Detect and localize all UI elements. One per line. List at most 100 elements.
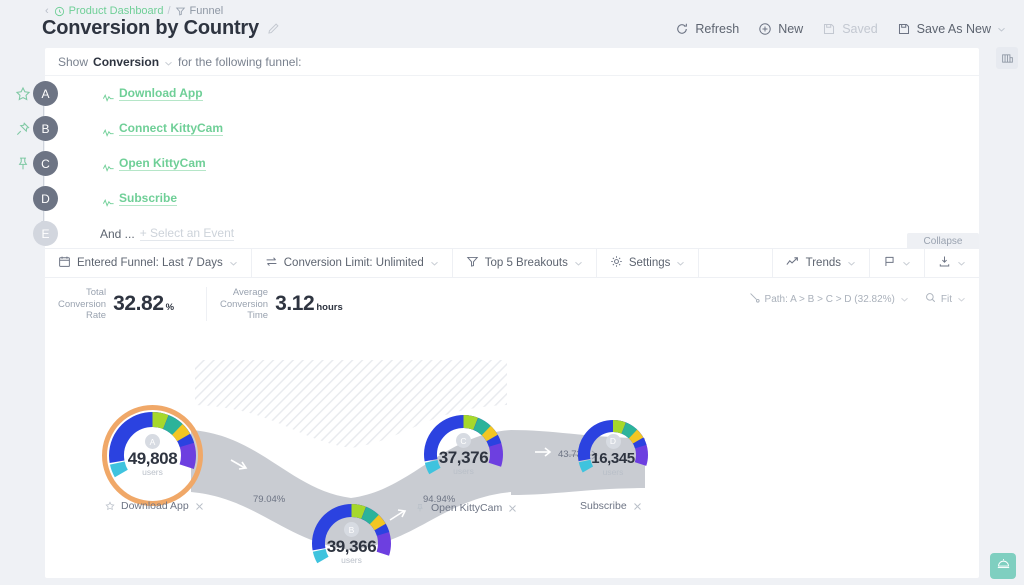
- trends-label: Trends: [806, 257, 841, 269]
- step-label: Connect KittyCam: [103, 121, 223, 136]
- refresh-label: Refresh: [695, 22, 739, 36]
- chevron-down-icon[interactable]: [902, 259, 911, 268]
- close-icon[interactable]: [633, 502, 642, 511]
- fit-button[interactable]: Fit: [925, 292, 966, 306]
- add-step-label: And ... + Select an Event: [100, 226, 234, 241]
- save-as-new-button[interactable]: Save As New: [897, 22, 1006, 36]
- total-conversion-rate-unit: %: [166, 302, 174, 313]
- node-c-label-row: Open KittyCam: [415, 502, 517, 514]
- node-c-label: Open KittyCam: [431, 502, 502, 514]
- step-name-d[interactable]: Subscribe: [119, 191, 177, 206]
- funnel-step-b: B Connect KittyCam: [45, 111, 979, 146]
- show-suffix: for the following funnel:: [178, 55, 301, 69]
- pin-tilted-icon[interactable]: [15, 121, 31, 137]
- pulse-icon: [103, 159, 114, 168]
- node-a-label: Download App: [121, 500, 189, 512]
- funnel-icon: [175, 6, 186, 17]
- download-button[interactable]: [925, 248, 979, 278]
- trends-button[interactable]: Trends: [773, 248, 870, 278]
- flag-button[interactable]: [870, 248, 925, 278]
- step-name-b[interactable]: Connect KittyCam: [119, 121, 223, 136]
- new-button[interactable]: New: [758, 22, 803, 36]
- path-selector[interactable]: Path: A > B > C > D (32.82%): [749, 292, 909, 306]
- settings-filter[interactable]: Settings: [597, 248, 700, 278]
- calendar-icon: [58, 255, 71, 271]
- funnel-step-c: C Open KittyCam: [45, 146, 979, 181]
- save-icon: [897, 22, 911, 36]
- step-badge: A: [33, 81, 58, 106]
- chevron-down-icon[interactable]: [164, 57, 173, 66]
- close-icon[interactable]: [508, 504, 517, 513]
- settings-label: Settings: [629, 257, 671, 269]
- show-metric-select[interactable]: Conversion: [93, 55, 159, 69]
- breadcrumb-separator: /: [167, 5, 170, 17]
- conversion-limit-label: Conversion Limit: Unlimited: [284, 257, 424, 269]
- chevron-down-icon[interactable]: [957, 259, 966, 268]
- chevron-left-icon[interactable]: ‹: [45, 5, 49, 17]
- filter-toolbar: Collapse Entered Funnel: Last 7 Days: [45, 248, 979, 278]
- funnel-node-b[interactable]: B 39,366 users: [305, 497, 398, 578]
- funnel-step-a: A Download App: [45, 76, 979, 111]
- star-icon[interactable]: [15, 86, 31, 102]
- pencil-icon[interactable]: [267, 22, 280, 35]
- breakouts-filter[interactable]: Top 5 Breakouts: [453, 248, 597, 278]
- chevron-down-icon[interactable]: [574, 259, 583, 268]
- chevron-down-icon[interactable]: [229, 259, 238, 268]
- clock-icon: [54, 6, 65, 17]
- gear-icon: [610, 255, 623, 271]
- funnel-step-d: D Subscribe: [45, 181, 979, 216]
- pin-icon[interactable]: [15, 156, 31, 172]
- average-conversion-time-value: 3.12: [275, 292, 314, 316]
- total-conversion-rate-metric: Total Conversion Rate 32.82 %: [58, 287, 174, 322]
- transition-label-a-b: 79.04%: [253, 494, 285, 505]
- step-name-c[interactable]: Open KittyCam: [119, 156, 206, 171]
- show-prefix: Show: [58, 55, 88, 69]
- saved-button: Saved: [822, 22, 877, 36]
- step-name-a[interactable]: Download App: [119, 86, 203, 101]
- path-icon: [749, 292, 760, 306]
- breadcrumb-current: Funnel: [190, 5, 224, 17]
- pulse-icon: [103, 89, 114, 98]
- breadcrumb-dashboard-link[interactable]: Product Dashboard: [69, 5, 164, 17]
- chevron-down-icon[interactable]: [847, 259, 856, 268]
- step-badge: B: [33, 116, 58, 141]
- funnel-steps: A Download App B: [45, 76, 979, 268]
- panel-grid-icon[interactable]: [996, 47, 1018, 69]
- conversion-limit-filter[interactable]: Conversion Limit: Unlimited: [252, 248, 453, 278]
- average-conversion-time-metric: Average Conversion Time 3.12 hours: [220, 287, 343, 322]
- plus-circle-icon: [758, 22, 772, 36]
- swap-icon: [265, 255, 278, 271]
- funnel-step-add: E And ... + Select an Event: [45, 216, 979, 251]
- entered-funnel-filter[interactable]: Entered Funnel: Last 7 Days: [45, 248, 252, 278]
- select-an-event-link[interactable]: + Select an Event: [140, 226, 234, 241]
- pulse-icon: [103, 124, 114, 133]
- funnel-node-d[interactable]: D 16,345 users: [572, 414, 654, 496]
- chevron-down-icon[interactable]: [430, 259, 439, 268]
- collapse-button[interactable]: Collapse: [907, 233, 979, 249]
- node-a-label-row: Download App: [105, 500, 204, 512]
- chevron-down-icon[interactable]: [900, 295, 909, 304]
- funnel-analytics-page: ‹ Product Dashboard / Funnel Conversion …: [0, 0, 1024, 585]
- refresh-button[interactable]: Refresh: [675, 22, 739, 36]
- saved-label: Saved: [842, 22, 877, 36]
- step-badge: D: [33, 186, 58, 211]
- node-d-label-row: Subscribe: [580, 500, 642, 512]
- refresh-icon: [675, 22, 689, 36]
- chevron-down-icon[interactable]: [676, 259, 685, 268]
- funnel-node-a[interactable]: A 49,808 users: [100, 403, 205, 508]
- chevron-down-icon[interactable]: [997, 25, 1006, 34]
- close-icon[interactable]: [195, 502, 204, 511]
- step-label: Subscribe: [103, 191, 177, 206]
- chevron-down-icon[interactable]: [957, 295, 966, 304]
- funnel-card: Show Conversion for the following funnel…: [45, 48, 979, 578]
- star-icon[interactable]: [105, 501, 115, 511]
- pin-icon[interactable]: [415, 503, 425, 513]
- title-row: Conversion by Country: [42, 17, 280, 40]
- header-actions: Refresh New Saved: [675, 22, 1006, 36]
- funnel-icon: [466, 255, 479, 271]
- select-event-label: Select an Event: [150, 226, 234, 240]
- breakouts-label: Top 5 Breakouts: [485, 257, 568, 269]
- toolbar-right-group: Trends: [773, 248, 979, 278]
- help-bell-button[interactable]: [990, 553, 1016, 579]
- funnel-node-c[interactable]: C 37,376 users: [417, 408, 510, 501]
